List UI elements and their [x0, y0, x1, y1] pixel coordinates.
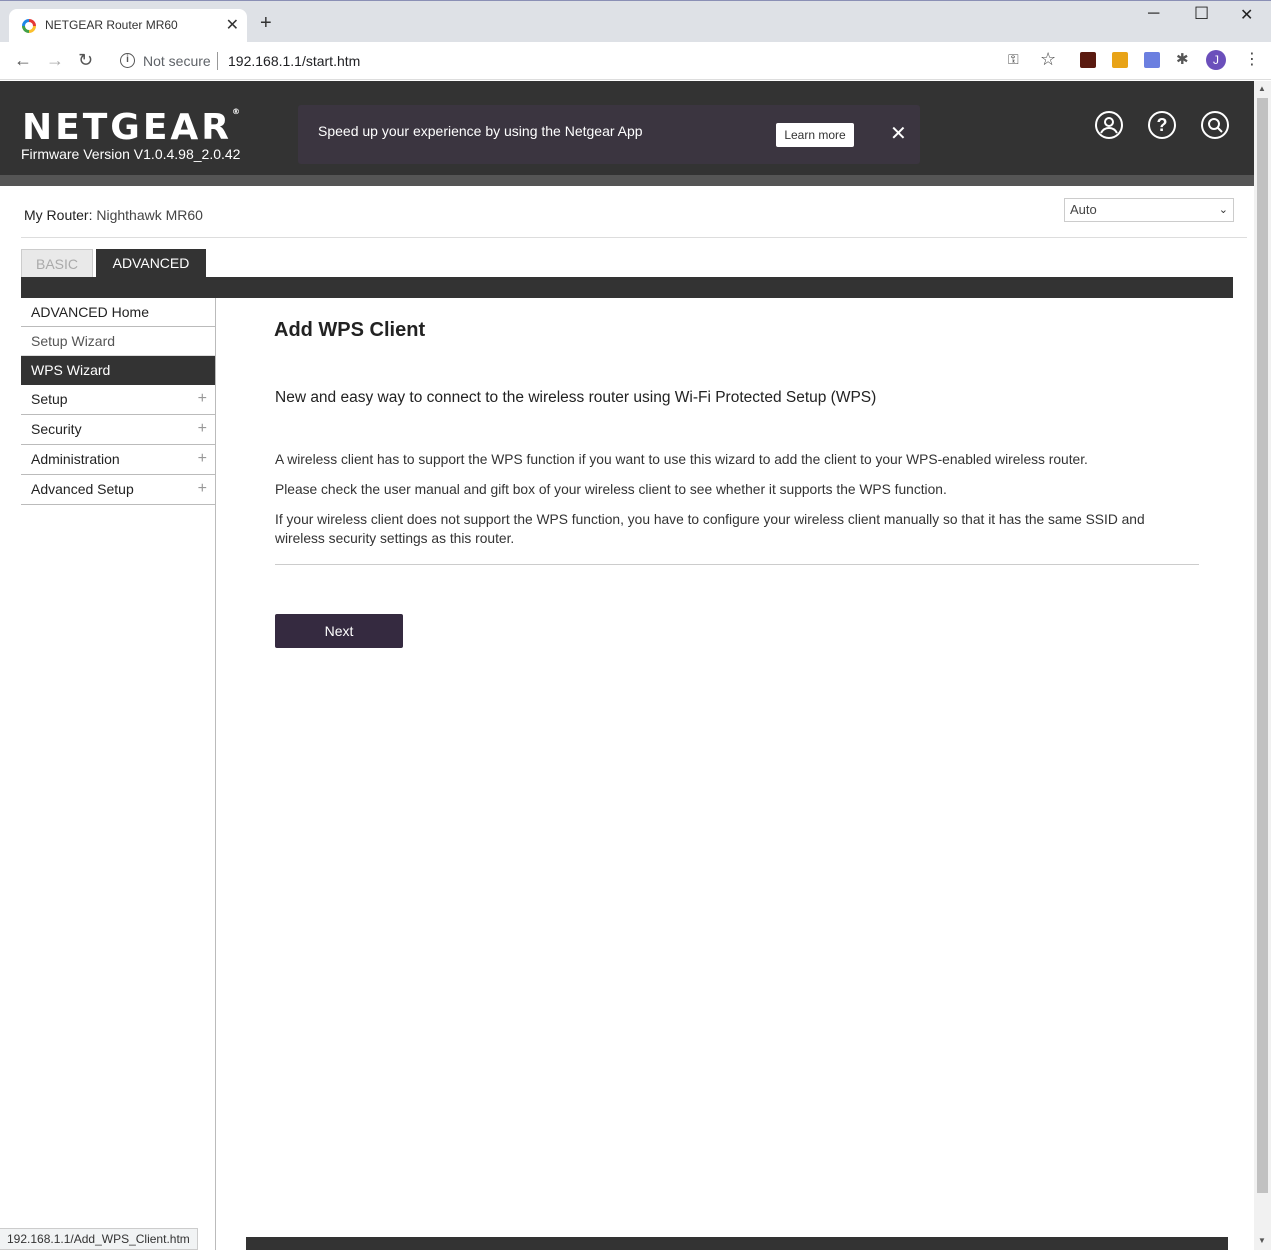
netgear-favicon-icon: [22, 19, 36, 33]
description-2: Please check the user manual and gift bo…: [275, 482, 947, 497]
window-close-icon[interactable]: ✕: [1240, 5, 1253, 25]
sidebar-item-administration[interactable]: Administration +: [21, 445, 215, 475]
bookmark-star-icon[interactable]: ☆: [1040, 49, 1056, 70]
app-promo-banner: Speed up your experience by using the Ne…: [298, 105, 920, 164]
user-account-icon[interactable]: [1095, 111, 1123, 139]
sidebar-item-security[interactable]: Security +: [21, 415, 215, 445]
sidebar-item-advanced-home[interactable]: ADVANCED Home: [21, 298, 215, 327]
tab-title: NETGEAR Router MR60: [45, 18, 178, 32]
expand-plus-icon[interactable]: +: [198, 385, 207, 413]
search-icon[interactable]: [1201, 111, 1229, 139]
expand-plus-icon[interactable]: +: [198, 415, 207, 443]
new-tab-icon[interactable]: +: [260, 13, 272, 33]
banner-close-icon[interactable]: ✕: [890, 121, 907, 146]
page-subtitle: New and easy way to connect to the wirel…: [275, 389, 877, 406]
sidebar-item-setup-wizard[interactable]: Setup Wizard: [21, 327, 215, 356]
description-1: A wireless client has to support the WPS…: [275, 452, 1088, 467]
sidebar-item-label: ADVANCED Home: [31, 304, 149, 320]
acrobat-extension-icon[interactable]: [1080, 52, 1096, 68]
netgear-logo: NETGEAR®: [22, 107, 240, 148]
language-select[interactable]: Auto ⌄: [1064, 198, 1234, 222]
status-bar: 192.168.1.1/Add_WPS_Client.htm: [0, 1228, 198, 1250]
banner-text: Speed up your experience by using the Ne…: [318, 123, 643, 139]
extensions-puzzle-icon[interactable]: ✱: [1176, 50, 1192, 68]
sidebar-item-wps-wizard[interactable]: WPS Wizard: [21, 356, 215, 385]
sidebar-nav: ADVANCED Home Setup Wizard WPS Wizard Se…: [21, 298, 215, 505]
sidebar-item-label: Setup: [31, 391, 68, 407]
maximize-icon[interactable]: ☐: [1194, 4, 1209, 24]
url-text[interactable]: 192.168.1.1/start.htm: [228, 53, 360, 69]
browser-menu-icon[interactable]: ⋮: [1244, 49, 1260, 69]
chevron-down-icon: ⌄: [1218, 204, 1228, 216]
scroll-up-icon[interactable]: ▲: [1258, 84, 1266, 93]
netgear-header: NETGEAR® Firmware Version V1.0.4.98_2.0.…: [0, 81, 1254, 175]
page-viewport: NETGEAR® Firmware Version V1.0.4.98_2.0.…: [0, 81, 1254, 1250]
scroll-down-icon[interactable]: ▼: [1258, 1236, 1266, 1245]
key-icon[interactable]: ⚿: [1008, 51, 1019, 68]
sidebar-item-label: Administration: [31, 451, 120, 467]
scrollbar-thumb[interactable]: [1257, 98, 1268, 1193]
sidebar-item-advanced-setup[interactable]: Advanced Setup +: [21, 475, 215, 505]
page-title: Add WPS Client: [274, 319, 426, 341]
sidebar-item-label: WPS Wizard: [31, 362, 111, 378]
reload-icon[interactable]: ↻: [78, 50, 93, 70]
router-info: My Router: Nighthawk MR60: [24, 207, 203, 223]
help-icon[interactable]: ?: [1148, 111, 1176, 139]
minimize-icon[interactable]: ─: [1148, 5, 1159, 23]
forward-icon[interactable]: →: [46, 50, 64, 70]
tab-basic[interactable]: BASIC: [21, 249, 93, 277]
learn-more-button[interactable]: Learn more: [776, 123, 854, 147]
language-selected: Auto: [1070, 202, 1097, 217]
sidebar-divider: [215, 298, 216, 1250]
security-label: Not secure: [143, 53, 211, 69]
sidebar-item-label: Advanced Setup: [31, 481, 134, 497]
page-scrollbar[interactable]: ▲ ▼: [1254, 81, 1271, 1250]
sidebar-item-label: Setup Wizard: [31, 333, 116, 349]
expand-plus-icon[interactable]: +: [198, 445, 207, 473]
address-bar[interactable]: i Not secure 192.168.1.1/start.htm: [110, 46, 1070, 76]
tab-close-icon[interactable]: ✕: [226, 15, 239, 35]
router-name: Nighthawk MR60: [96, 207, 203, 223]
divider: [21, 237, 1247, 238]
tab-advanced[interactable]: ADVANCED: [96, 249, 206, 277]
content-divider: [275, 564, 1199, 565]
expand-plus-icon[interactable]: +: [198, 475, 207, 503]
description-3: If your wireless client does not support…: [275, 512, 1145, 546]
profile-avatar[interactable]: J: [1206, 50, 1226, 70]
firmware-version: Firmware Version V1.0.4.98_2.0.42: [21, 146, 241, 162]
tab-bar: [21, 277, 1233, 298]
back-icon[interactable]: ←: [14, 50, 32, 70]
browser-titlebar: NETGEAR Router MR60 ✕ + ─ ☐ ✕: [0, 0, 1271, 43]
sidebar-item-label: Security: [31, 421, 82, 437]
omnibox-separator: [217, 52, 218, 70]
footer-bar: [246, 1237, 1228, 1250]
info-icon[interactable]: i: [120, 53, 135, 68]
sidebar-item-setup[interactable]: Setup +: [21, 385, 215, 415]
browser-tab[interactable]: NETGEAR Router MR60 ✕: [9, 9, 247, 43]
header-divider: [0, 175, 1254, 186]
next-button[interactable]: Next: [275, 614, 403, 648]
router-label: My Router:: [24, 207, 93, 223]
docs-extension-icon[interactable]: [1144, 52, 1160, 68]
shopping-extension-icon[interactable]: [1112, 52, 1128, 68]
